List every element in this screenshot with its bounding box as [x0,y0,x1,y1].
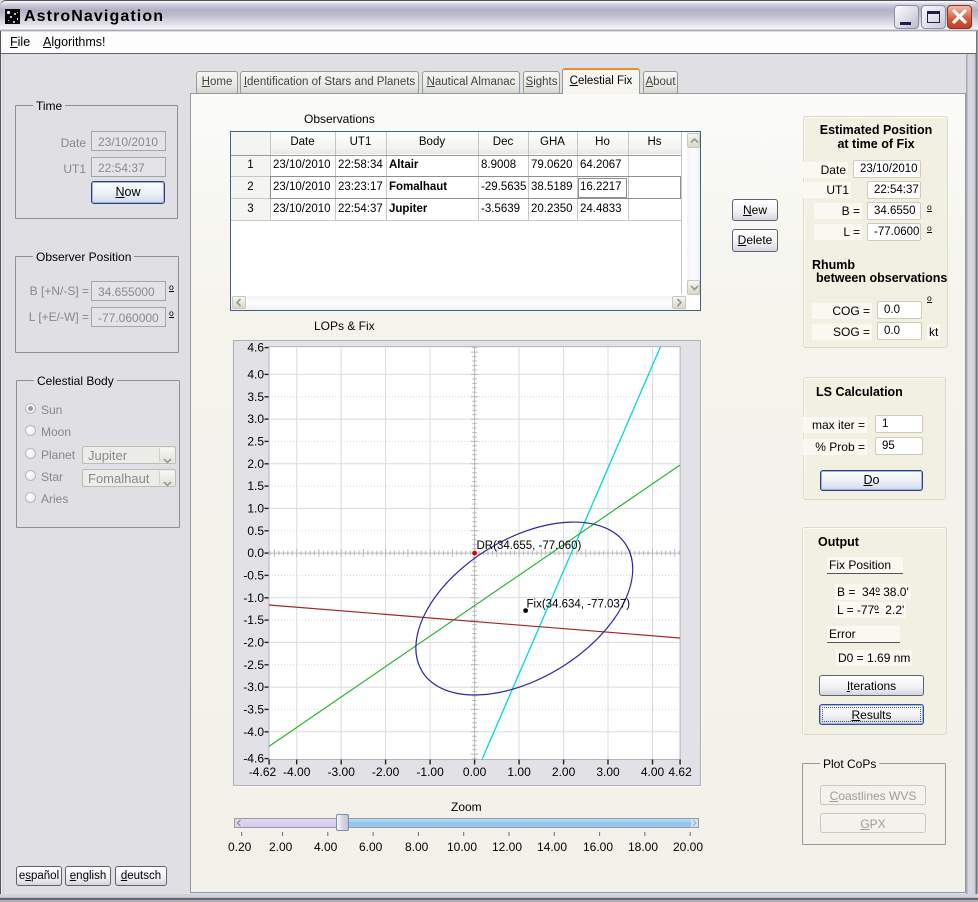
svg-text:2.5: 2.5 [247,434,264,448]
svg-text:-2.5: -2.5 [243,658,264,672]
svg-text:-4.0: -4.0 [243,725,264,739]
svg-text:Fix(34.634, -77.037): Fix(34.634, -77.037) [527,599,631,611]
svg-text:-4.62: -4.62 [249,765,277,779]
svg-text:-0.5: -0.5 [243,568,264,582]
svg-text:-3.00: -3.00 [328,765,356,779]
svg-text:4.00: 4.00 [641,765,665,779]
svg-text:4.6: 4.6 [247,341,264,355]
svg-text:-2.00: -2.00 [372,765,400,779]
svg-text:4.62: 4.62 [668,765,692,779]
svg-text:4.0: 4.0 [247,367,264,381]
svg-text:-1.0: -1.0 [243,591,264,605]
svg-text:0.0: 0.0 [247,546,264,560]
svg-text:3.0: 3.0 [247,412,264,426]
svg-text:-3.5: -3.5 [243,702,264,716]
svg-text:0.5: 0.5 [247,524,264,538]
svg-text:-4.6: -4.6 [243,752,264,766]
svg-text:0.00: 0.00 [463,765,487,779]
svg-text:2.00: 2.00 [552,765,576,779]
svg-text:2.0: 2.0 [247,457,264,471]
svg-text:1.5: 1.5 [247,479,264,493]
svg-text:-1.5: -1.5 [243,613,264,627]
svg-text:-3.0: -3.0 [243,680,264,694]
svg-text:-2.0: -2.0 [243,635,264,649]
svg-text:-1.00: -1.00 [416,765,444,779]
svg-text:1.0: 1.0 [247,501,264,515]
svg-text:3.5: 3.5 [247,390,264,404]
svg-text:DR(34.655, -77.060): DR(34.655, -77.060) [477,540,582,552]
svg-text:-4.00: -4.00 [283,765,311,779]
svg-text:3.00: 3.00 [596,765,620,779]
svg-text:1.00: 1.00 [507,765,531,779]
